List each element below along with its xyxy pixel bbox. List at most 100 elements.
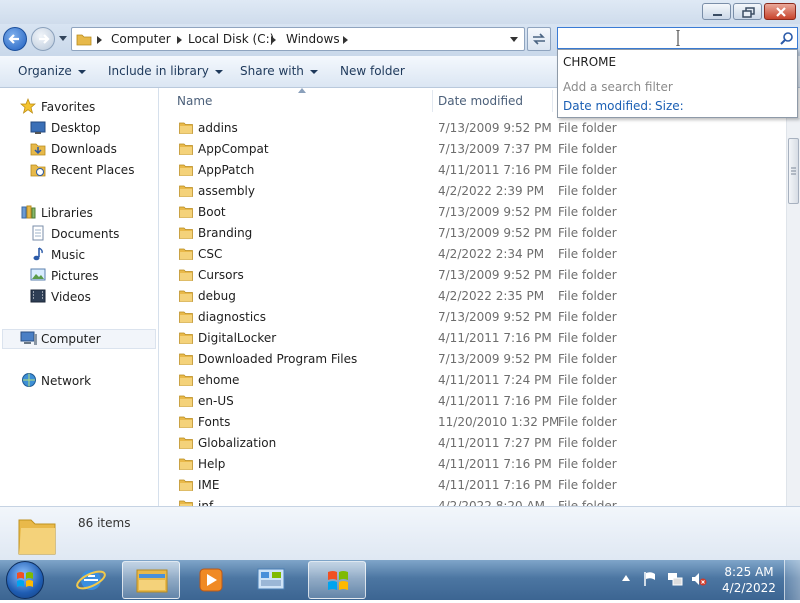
system-clock[interactable]: 8:25 AM 4/2/2022 xyxy=(718,564,780,596)
close-button[interactable] xyxy=(764,3,796,20)
file-date-modified: 4/11/2011 7:24 PM xyxy=(438,373,552,387)
nav-item-videos[interactable]: Videos xyxy=(51,290,91,304)
file-row[interactable]: AppPatch 4/11/2011 7:16 PM File folder xyxy=(160,160,786,181)
recent-places-icon xyxy=(30,164,46,177)
clock-time: 8:25 AM xyxy=(724,565,774,579)
file-row[interactable]: AppCompat 7/13/2009 7:37 PM File folder xyxy=(160,139,786,160)
file-row[interactable]: Help 4/11/2011 7:16 PM File folder xyxy=(160,454,786,475)
file-date-modified: 4/2/2022 2:39 PM xyxy=(438,184,545,198)
nav-item-music[interactable]: Music xyxy=(51,248,85,262)
show-desktop-button[interactable] xyxy=(784,560,800,600)
network-status-icon[interactable] xyxy=(667,571,683,587)
include-in-library-button[interactable]: Include in library xyxy=(108,64,223,78)
nav-network[interactable]: Network xyxy=(41,374,91,388)
scrollbar-thumb[interactable] xyxy=(788,138,799,204)
file-row[interactable]: inf 4/2/2022 8:20 AM File folder xyxy=(160,496,786,506)
file-row[interactable]: Globalization 4/11/2011 7:27 PM File folde… xyxy=(160,433,786,454)
file-row[interactable]: en-US 4/11/2011 7:16 PM File folder xyxy=(160,391,786,412)
file-type: File folder xyxy=(558,394,617,408)
file-name: Globalization xyxy=(198,436,277,450)
breadcrumb-local-disk[interactable]: Local Disk (C:) xyxy=(188,32,274,46)
nav-item-desktop[interactable]: Desktop xyxy=(51,121,101,135)
search-icon[interactable] xyxy=(780,31,794,45)
desktop-icon xyxy=(30,121,46,134)
filter-date-modified-link[interactable]: Date modified: xyxy=(563,99,652,113)
filter-size-link[interactable]: Size: xyxy=(655,99,684,113)
file-row[interactable]: Branding 7/13/2009 9:52 PM File folder xyxy=(160,223,786,244)
breadcrumb-chevron-icon[interactable] xyxy=(271,36,276,44)
music-icon xyxy=(33,247,43,261)
search-history-item[interactable]: CHROME xyxy=(563,55,616,69)
organize-button[interactable]: Organize xyxy=(18,64,86,78)
taskbar-windows-update[interactable] xyxy=(308,561,366,599)
downloads-icon xyxy=(30,143,46,156)
videos-icon xyxy=(30,289,46,303)
taskbar-media-player[interactable] xyxy=(186,561,236,599)
breadcrumb-chevron-icon[interactable] xyxy=(97,36,102,44)
recent-pages-dropdown-icon[interactable] xyxy=(59,36,67,42)
organize-label: Organize xyxy=(18,64,72,78)
minimize-button[interactable] xyxy=(702,3,731,20)
refresh-button[interactable] xyxy=(527,27,551,51)
column-divider[interactable] xyxy=(432,90,433,112)
file-type: File folder xyxy=(558,415,617,429)
file-row[interactable]: ehome 4/11/2011 7:24 PM File folder xyxy=(160,370,786,391)
folder-icon xyxy=(179,227,193,239)
column-header-date-modified[interactable]: Date modified xyxy=(438,94,523,108)
column-header-name[interactable]: Name xyxy=(177,94,212,108)
restore-button[interactable] xyxy=(733,3,762,20)
new-folder-button[interactable]: New folder xyxy=(340,64,405,78)
back-button[interactable] xyxy=(3,27,27,51)
column-divider[interactable] xyxy=(552,90,553,112)
file-row[interactable]: Boot 7/13/2009 9:52 PM File folder xyxy=(160,202,786,223)
folder-icon xyxy=(179,164,193,176)
search-input[interactable] xyxy=(557,27,798,49)
share-with-button[interactable]: Share with xyxy=(240,64,318,78)
address-bar[interactable]: Computer Local Disk (C:) Windows xyxy=(71,27,525,51)
folder-icon xyxy=(179,353,193,365)
show-hidden-icons-icon[interactable] xyxy=(622,575,630,581)
volume-muted-icon[interactable] xyxy=(691,571,707,587)
nav-libraries[interactable]: Libraries xyxy=(41,206,93,220)
file-row[interactable]: addins 7/13/2009 9:52 PM File folder xyxy=(160,118,786,139)
action-center-flag-icon[interactable] xyxy=(643,571,657,587)
nav-computer[interactable]: Computer xyxy=(41,332,101,346)
breadcrumb-windows[interactable]: Windows xyxy=(286,32,340,46)
taskbar-internet-explorer[interactable] xyxy=(66,561,116,599)
forward-button[interactable] xyxy=(31,27,55,51)
file-row[interactable]: diagnostics 7/13/2009 9:52 PM File folder xyxy=(160,307,786,328)
file-type: File folder xyxy=(558,436,617,450)
breadcrumb-chevron-icon[interactable] xyxy=(177,36,182,44)
add-search-filter-label: Add a search filter xyxy=(563,80,673,94)
nav-item-documents[interactable]: Documents xyxy=(51,227,119,241)
file-type: File folder xyxy=(558,121,617,135)
start-button[interactable] xyxy=(6,561,44,599)
file-row[interactable]: debug 4/2/2022 2:35 PM File folder xyxy=(160,286,786,307)
file-row[interactable]: IME 4/11/2011 7:16 PM File folder xyxy=(160,475,786,496)
taskbar-windows-explorer[interactable] xyxy=(122,561,180,599)
vertical-scrollbar[interactable] xyxy=(786,118,800,506)
folder-icon xyxy=(179,185,193,197)
chevron-down-icon xyxy=(77,69,86,74)
windows-logo-icon xyxy=(328,571,348,590)
file-name: Fonts xyxy=(198,415,231,429)
file-date-modified: 7/13/2009 9:52 PM xyxy=(438,268,552,282)
file-row[interactable]: assembly 4/2/2022 2:39 PM File folder xyxy=(160,181,786,202)
nav-item-downloads[interactable]: Downloads xyxy=(51,142,117,156)
file-row[interactable]: Downloaded Program Files 7/13/2009 9:52 P… xyxy=(160,349,786,370)
file-row[interactable]: CSC 4/2/2022 2:34 PM File folder xyxy=(160,244,786,265)
file-row[interactable]: DigitalLocker 4/11/2011 7:16 PM File folde… xyxy=(160,328,786,349)
address-history-dropdown-icon[interactable] xyxy=(510,37,518,42)
folder-large-icon xyxy=(18,519,56,555)
nav-item-pictures[interactable]: Pictures xyxy=(51,269,99,283)
nav-item-recent-places[interactable]: Recent Places xyxy=(51,163,134,177)
file-name: diagnostics xyxy=(198,310,267,324)
breadcrumb-computer[interactable]: Computer xyxy=(111,32,171,46)
taskbar-control-panel[interactable] xyxy=(246,561,296,599)
file-row[interactable]: Fonts 11/20/2010 1:32 PM File folder xyxy=(160,412,786,433)
nav-favorites[interactable]: Favorites xyxy=(41,100,95,114)
file-row[interactable]: Cursors 7/13/2009 9:52 PM File folder xyxy=(160,265,786,286)
breadcrumb-chevron-icon[interactable] xyxy=(343,36,348,44)
file-type: File folder xyxy=(558,289,617,303)
file-name: Branding xyxy=(198,226,253,240)
